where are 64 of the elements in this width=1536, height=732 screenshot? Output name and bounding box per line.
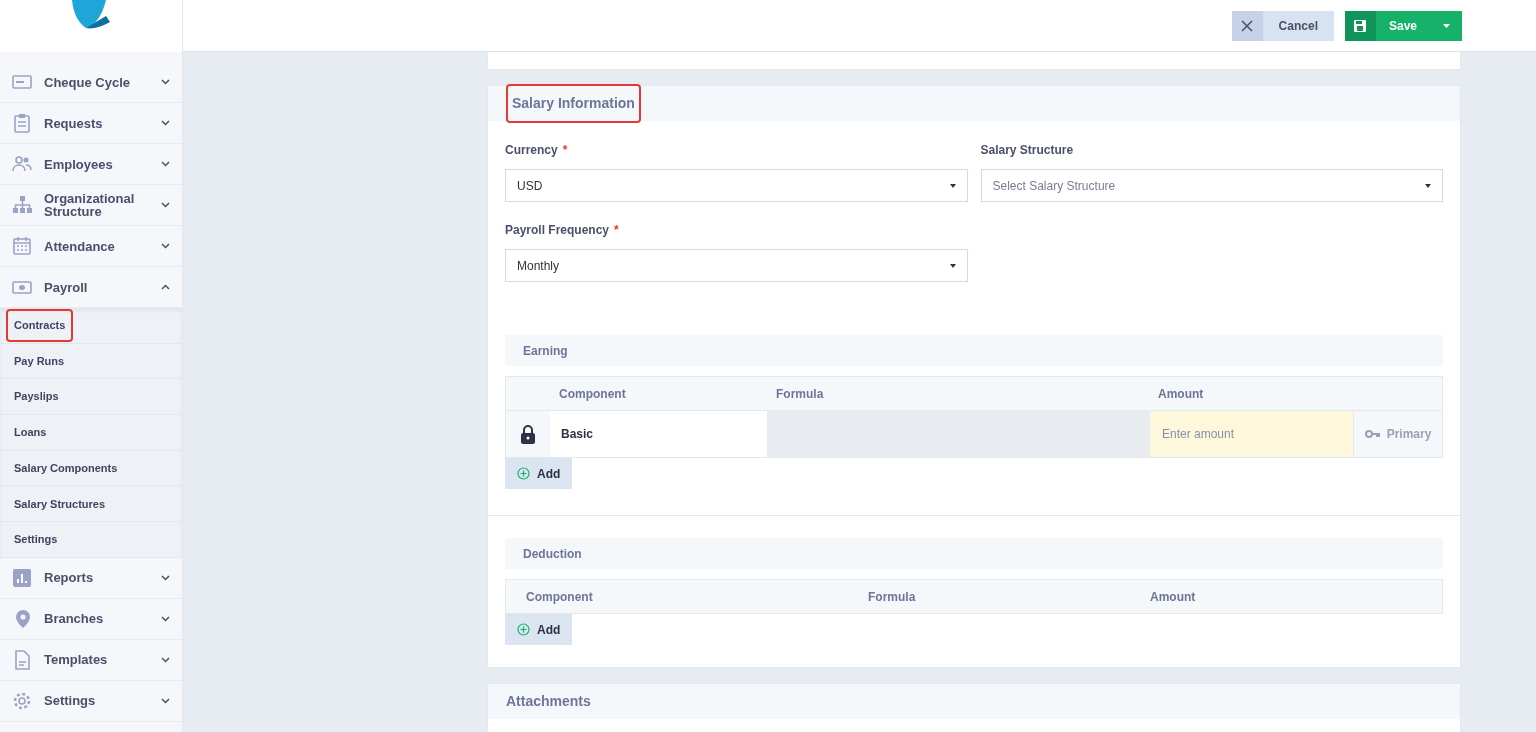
required-mark: *: [614, 222, 619, 239]
add-icon: [517, 623, 530, 636]
select-field[interactable]: USD: [505, 169, 968, 202]
caret-icon: [949, 263, 956, 268]
add-button[interactable]: Add: [505, 614, 573, 645]
sidebar-item-label: Payroll: [44, 280, 89, 294]
chevron-down-icon: [161, 120, 170, 126]
sidebar-subitem[interactable]: Settings: [6, 523, 66, 556]
column-header: Amount: [1158, 385, 1205, 403]
sidebar-subitem[interactable]: Contracts: [6, 309, 74, 342]
sidebar-item-label: Employees: [44, 157, 114, 171]
column-header: Formula: [776, 385, 825, 403]
close-icon: [1241, 19, 1254, 32]
subsection-title: Deduction: [523, 545, 582, 563]
select-field[interactable]: Monthly: [505, 249, 968, 282]
chevron-down-icon: [161, 243, 170, 249]
sidebar-item-label: Templates: [44, 653, 109, 667]
sidebar-item-label: Reports: [44, 571, 95, 585]
document-icon: [12, 649, 32, 670]
chevron-down-icon: [161, 202, 170, 208]
sidebar-subitem[interactable]: Salary Components: [6, 451, 126, 485]
bar-chart-icon: [12, 567, 32, 588]
chevron-down-icon: [161, 615, 170, 622]
sidebar-subitem[interactable]: Payslips: [6, 380, 67, 413]
chevron-down-icon: [161, 161, 170, 167]
section-title: Attachments: [506, 692, 591, 711]
sidebar-item-label: Organizational Structure: [44, 192, 136, 218]
column-header: Component: [525, 588, 594, 606]
sidebar-item-label: Cheque Cycle: [44, 75, 131, 89]
section-title: Salary Information: [506, 84, 641, 123]
sidebar-subitem[interactable]: Salary Structures: [6, 487, 114, 521]
field-label: Currency: [505, 142, 558, 159]
sidebar-item-label: Branches: [44, 612, 105, 626]
field-label: Payroll Frequency: [505, 222, 610, 239]
hierarchy-icon: [12, 195, 32, 215]
people-icon: [12, 154, 32, 174]
calendar-icon: [12, 236, 32, 256]
save-icon: [1353, 18, 1368, 33]
chevron-down-icon: [161, 697, 170, 704]
add-button[interactable]: Add: [505, 458, 573, 489]
subsection-title: Earning: [523, 342, 568, 360]
sidebar-item-label: Attendance: [44, 239, 116, 253]
chevron-up-icon: [161, 284, 170, 290]
column-header: Component: [558, 385, 627, 403]
field-label: Salary Structure: [980, 142, 1074, 159]
column-header: Amount: [1150, 588, 1197, 606]
sidebar-item-label: Requests: [44, 116, 104, 130]
chevron-down-icon: [161, 79, 170, 85]
add-icon: [517, 467, 530, 480]
sidebar-subitem[interactable]: Loans: [6, 416, 55, 449]
cancel-button[interactable]: Cancel: [1231, 10, 1334, 41]
caret-icon: [1425, 183, 1431, 188]
caret-icon: [949, 183, 956, 188]
chevron-down-icon: [161, 656, 170, 663]
clipboard-icon: [12, 113, 32, 133]
sidebar-subitem[interactable]: Pay Runs: [6, 344, 73, 378]
settings-icon: [12, 690, 32, 711]
required-mark: *: [562, 142, 568, 159]
column-header: Formula: [868, 588, 917, 606]
sidebar-item-label: Settings: [44, 694, 97, 708]
card-icon: [12, 72, 32, 92]
chevron-down-icon: [161, 574, 170, 581]
caret-icon: [1442, 23, 1450, 28]
select-field[interactable]: Select Salary Structure: [980, 169, 1443, 202]
